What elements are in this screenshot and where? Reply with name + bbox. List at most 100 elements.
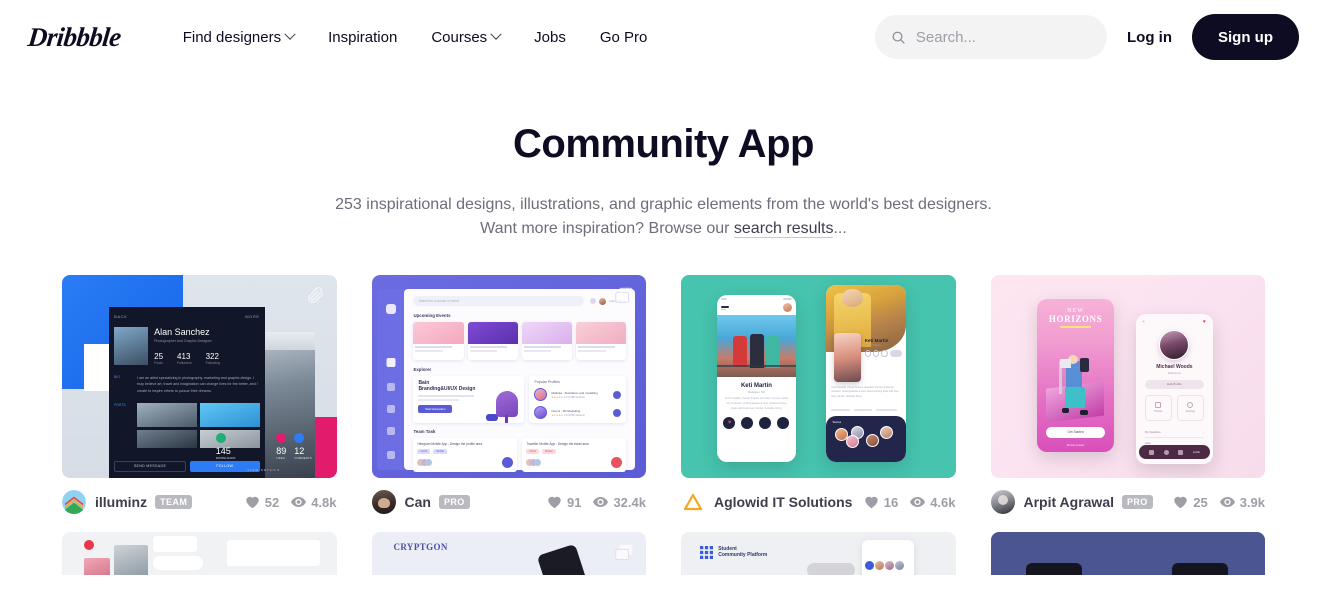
avatar[interactable] xyxy=(62,490,86,514)
shot-thumbnail[interactable] xyxy=(62,532,337,575)
multi-shot-icon xyxy=(615,287,633,303)
avatar[interactable] xyxy=(990,490,1015,514)
shot-stats: 25 3.9k xyxy=(1173,495,1265,510)
shot-thumbnail[interactable]: Student Community Platform xyxy=(681,532,956,575)
art-counter-label: LIKES xyxy=(276,455,285,460)
avatar[interactable] xyxy=(371,490,396,514)
avatar[interactable] xyxy=(681,490,705,514)
views-stat[interactable]: 4.8k xyxy=(291,495,337,510)
hero-subtitle-line2-pre: Want more inspiration? Browse our xyxy=(480,220,734,237)
search-box[interactable] xyxy=(875,15,1107,59)
chevron-down-icon xyxy=(490,28,502,40)
search-input[interactable] xyxy=(915,28,1091,46)
hero-subtitle-line2-post: ... xyxy=(833,220,847,237)
heart-icon xyxy=(864,496,878,509)
art-explorer-button[interactable]: Start Education xyxy=(418,405,453,414)
shot-thumbnail[interactable]: BACK MORE Alan Sanchez Photographer and … xyxy=(62,275,337,478)
art-profile-name: Keti Martin xyxy=(740,383,772,390)
views-stat[interactable]: 3.9k xyxy=(1219,495,1265,510)
nav-item-find-designers[interactable]: Find designers xyxy=(183,29,296,46)
dribbble-logo[interactable]: Dribbble xyxy=(26,22,122,53)
shot-author[interactable]: illuminz xyxy=(95,494,147,510)
nav-item-courses[interactable]: Courses xyxy=(431,28,502,46)
art-stat-value: 25 xyxy=(154,351,164,361)
eye-icon xyxy=(593,497,609,507)
shot-meta: Aglowid IT Solutions 16 4.6k xyxy=(681,484,956,520)
likes-stat[interactable]: 91 xyxy=(547,495,581,510)
art-counter-value: 145 xyxy=(215,445,231,456)
eye-icon xyxy=(910,497,926,507)
search-results-link[interactable]: search results xyxy=(733,220,834,238)
art-tile-label: Photos xyxy=(1154,410,1163,414)
shot-badge-team[interactable]: TEAM xyxy=(155,495,193,509)
art-splash-sub: Browse Guides xyxy=(1066,444,1085,448)
art-active-tab[interactable]: profile xyxy=(1193,451,1200,454)
art-counter-value: 89 xyxy=(276,445,287,456)
art-profile-role: Photographer and Graphic Designer xyxy=(154,338,212,343)
eye-icon xyxy=(1219,497,1235,507)
art-section-title: Team Task xyxy=(413,429,436,435)
likes-count: 52 xyxy=(264,494,280,510)
shot-stats: 91 32.4k xyxy=(547,495,646,510)
multi-shot-icon xyxy=(615,544,633,560)
shot-author[interactable]: Can xyxy=(405,494,431,510)
art-profile-handle: @keti.martin xyxy=(864,343,881,348)
views-stat[interactable]: 32.4k xyxy=(593,495,646,510)
art-section-title: Explorer xyxy=(413,367,432,373)
likes-count: 91 xyxy=(566,494,582,510)
art-get-started-button[interactable]: Get Started xyxy=(1046,426,1105,438)
nav-label: Inspiration xyxy=(328,28,398,46)
shot-thumbnail[interactable]: NEW HORIZONS Get Started Browse Guides ‹… xyxy=(990,275,1265,478)
art-stat-label: Followers xyxy=(177,360,192,365)
shot-author[interactable]: Aglowid IT Solutions xyxy=(714,494,852,510)
signup-button[interactable]: Sign up xyxy=(1192,14,1299,60)
likes-count: 25 xyxy=(1193,494,1208,510)
art-row-label[interactable]: My Statistics xyxy=(1145,430,1161,434)
art-section-title: Upcoming Events xyxy=(413,313,451,319)
likes-stat[interactable]: 25 xyxy=(1173,494,1208,510)
nav-item-go-pro[interactable]: Go Pro xyxy=(600,29,648,46)
likes-stat[interactable]: 52 xyxy=(245,495,279,510)
nav-item-jobs[interactable]: Jobs xyxy=(534,29,566,46)
shot-badge-pro[interactable]: PRO xyxy=(438,495,470,509)
art-task-chip: Mobile xyxy=(433,449,448,455)
views-count: 4.6k xyxy=(930,494,956,510)
shot-card: Student Community Platform xyxy=(681,532,956,575)
shot-thumbnail[interactable]: CRYPTGON xyxy=(371,532,646,575)
art-stat-value: 322 xyxy=(205,351,219,361)
nav-label: Jobs xyxy=(534,28,566,46)
art-task-chip: Mobile xyxy=(542,449,556,455)
shot-badge-pro[interactable]: PRO xyxy=(1122,495,1153,509)
art-counter-label: COMMENTS xyxy=(294,455,312,460)
shot-meta: Can PRO 91 32.4k xyxy=(371,484,646,520)
art-task-chip: UI/UX xyxy=(526,449,540,455)
heart-icon xyxy=(548,496,561,509)
art-search-placeholder: Search for a course or event xyxy=(418,299,459,304)
likes-count: 16 xyxy=(883,494,899,510)
shot-thumbnail[interactable] xyxy=(990,532,1265,575)
login-button[interactable]: Log in xyxy=(1127,29,1172,46)
shot-meta: Arpit Agrawal PRO 25 3.9k xyxy=(990,484,1265,520)
shot-card: CRYPTGON xyxy=(371,532,646,575)
art-counter-value: 12 xyxy=(294,445,305,456)
art-profile-name: Mathias - Illustration and modelling xyxy=(551,390,598,395)
illuminz-logo-icon xyxy=(62,490,86,514)
grid-dots-icon xyxy=(700,545,714,559)
shot-author[interactable]: Arpit Agrawal xyxy=(1024,494,1115,510)
art-popular-title: Popular Profiles xyxy=(534,380,560,385)
shot-card: Search for a course or event Lisa Robert… xyxy=(371,275,646,520)
likes-stat[interactable]: 16 xyxy=(864,495,898,510)
art-edit-profile-button[interactable]: Edit Profile xyxy=(1144,379,1204,389)
shot-thumbnail[interactable]: Keti Martin Designer UX Keti Travellian … xyxy=(681,275,956,478)
hero-subtitle-line1: 253 inspirational designs, illustrations… xyxy=(335,196,992,213)
art-profile-name: Alan Sanchez xyxy=(154,326,210,337)
views-stat[interactable]: 4.6k xyxy=(910,494,956,510)
hero-subtitle: 253 inspirational designs, illustrations… xyxy=(0,193,1327,241)
art-row-label[interactable]: Help xyxy=(1145,441,1151,445)
nav-item-inspiration[interactable]: Inspiration xyxy=(328,29,397,46)
art-counter-label: DOWNLOADS xyxy=(215,455,236,460)
shot-meta: illuminz TEAM 52 4.8k xyxy=(62,484,337,520)
art-bio-text: I am an artist specializing in photograp… xyxy=(137,375,258,394)
art-send-message-button[interactable]: SEND MESSAGE xyxy=(114,460,186,472)
shot-thumbnail[interactable]: Search for a course or event Lisa Robert… xyxy=(371,275,646,478)
